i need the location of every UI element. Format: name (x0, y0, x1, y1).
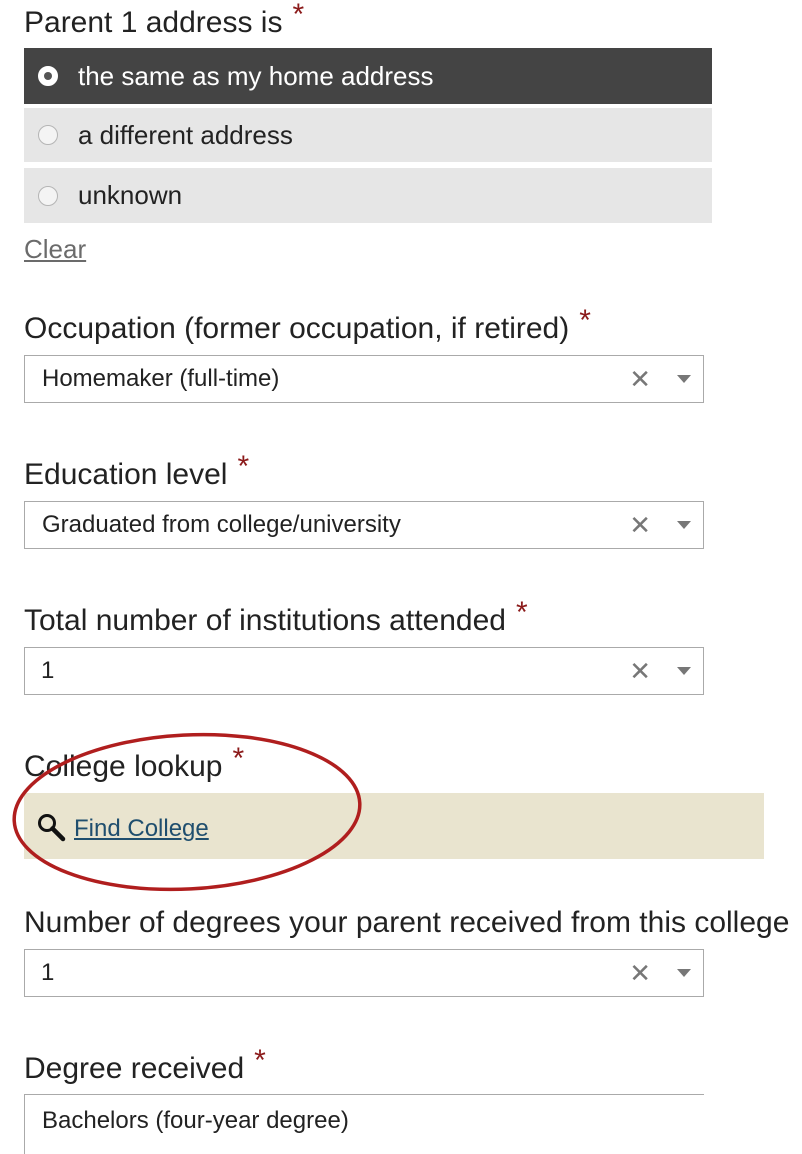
radio-option-label: the same as my home address (78, 60, 434, 91)
occupation-value: Homemaker (full-time) (42, 365, 280, 392)
education-label-text: Education level (24, 458, 228, 491)
chevron-down-icon[interactable] (677, 375, 691, 383)
institutions-select[interactable]: 1 ✕ (24, 647, 704, 695)
degrees-count-value: 1 (41, 959, 55, 986)
radio-button-selected[interactable] (38, 66, 58, 86)
institutions-label-text: Total number of institutions attended (24, 604, 506, 637)
clear-selection-icon[interactable]: ✕ (629, 364, 651, 395)
radio-option-label: unknown (78, 180, 183, 210)
radio-option-same-address[interactable]: the same as my home address (24, 48, 712, 104)
occupation-label-text: Occupation (former occupation, if retire… (24, 312, 570, 345)
radio-option-different-address[interactable]: a different address (24, 108, 712, 162)
degree-received-label-text: Degree received (24, 1052, 245, 1085)
occupation-select[interactable]: Homemaker (full-time) ✕ (24, 355, 704, 403)
required-mark: * (292, 0, 305, 31)
required-mark: * (237, 450, 250, 483)
radio-option-label: a different address (78, 119, 293, 150)
degrees-count-select[interactable]: 1 ✕ (24, 949, 704, 997)
required-mark: * (232, 742, 245, 775)
required-mark: * (515, 596, 528, 629)
chevron-down-icon[interactable] (677, 521, 691, 529)
address-label-text: Parent 1 address is (24, 6, 283, 39)
chevron-down-icon[interactable] (677, 969, 691, 977)
radio-option-unknown[interactable]: unknown (24, 168, 712, 223)
radio-button[interactable] (38, 185, 58, 206)
education-label: Education level * (24, 452, 249, 491)
degree-received-label: Degree received * (24, 1046, 266, 1085)
degree-received-value: Bachelors (four-year degree) (42, 1107, 349, 1134)
college-lookup-label: College lookup * (24, 744, 244, 783)
degree-received-select[interactable]: Bachelors (four-year degree) (24, 1094, 704, 1154)
institutions-label: Total number of institutions attended * (24, 598, 528, 637)
clear-selection-icon[interactable]: ✕ (629, 656, 651, 687)
occupation-label: Occupation (former occupation, if retire… (24, 306, 591, 345)
institutions-value: 1 (41, 657, 55, 684)
degrees-count-label: Number of degrees your parent received f… (24, 906, 790, 939)
education-value: Graduated from college/university (42, 511, 401, 538)
college-lookup-label-text: College lookup (24, 750, 223, 783)
chevron-down-icon[interactable] (677, 667, 691, 675)
education-select[interactable]: Graduated from college/university ✕ (24, 501, 704, 549)
search-icon[interactable] (36, 812, 66, 842)
find-college-link[interactable]: Find College (74, 815, 209, 843)
clear-selection-icon[interactable]: ✕ (629, 958, 651, 989)
required-mark: * (579, 304, 591, 337)
required-mark: * (254, 1044, 266, 1077)
address-label: Parent 1 address is * (24, 0, 304, 39)
clear-link[interactable]: Clear (24, 234, 86, 265)
clear-selection-icon[interactable]: ✕ (629, 510, 651, 541)
radio-button[interactable] (38, 125, 58, 145)
